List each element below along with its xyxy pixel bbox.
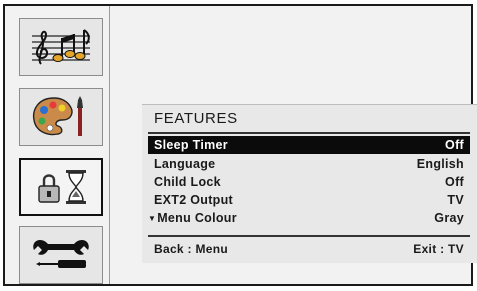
panel-title: FEATURES [154,110,238,127]
sidebar-item-sound[interactable] [19,18,103,76]
menu-row-child-lock[interactable]: Child Lock Off [148,173,470,191]
menu-row-label: Sleep Timer [154,138,228,152]
menu-row-label-group: ▼ Menu Colour [148,211,237,225]
palette-icon [28,94,94,140]
menu-row-menu-colour[interactable]: ▼ Menu Colour Gray [148,209,470,227]
features-panel: FEATURES Sleep Timer Off Language Englis… [142,104,477,263]
back-hint: Back : Menu [154,242,228,256]
menu-row-value: English [416,157,464,171]
menu-row-ext2-output[interactable]: EXT2 Output TV [148,191,470,209]
sidebar-item-picture[interactable] [19,88,103,146]
menu-row-label: Language [154,157,216,171]
tools-icon [28,232,94,278]
menu-row-sleep-timer[interactable]: Sleep Timer Off [148,136,470,154]
exit-hint: Exit : TV [413,242,464,256]
scroll-down-arrow-icon: ▼ [148,213,157,223]
menu-row-label: Menu Colour [157,211,237,225]
osd-frame: FEATURES Sleep Timer Off Language Englis… [3,4,477,286]
sidebar-item-features[interactable] [19,158,103,216]
menu-row-label: Child Lock [154,175,221,189]
title-divider [148,132,470,134]
menu-footer: Back : Menu Exit : TV [154,242,464,256]
sidebar-item-install[interactable] [19,226,103,284]
menu-row-label: EXT2 Output [154,193,233,207]
footer-divider [148,235,470,237]
music-notes-icon [28,24,94,70]
menu-row-value: Off [445,138,464,152]
menu-row-value: TV [447,193,464,207]
menu-row-language[interactable]: Language English [148,155,470,173]
menu-row-value: Off [445,175,464,189]
sidebar-divider [109,6,110,284]
lock-hourglass-icon [28,164,94,210]
menu-row-value: Gray [434,211,464,225]
